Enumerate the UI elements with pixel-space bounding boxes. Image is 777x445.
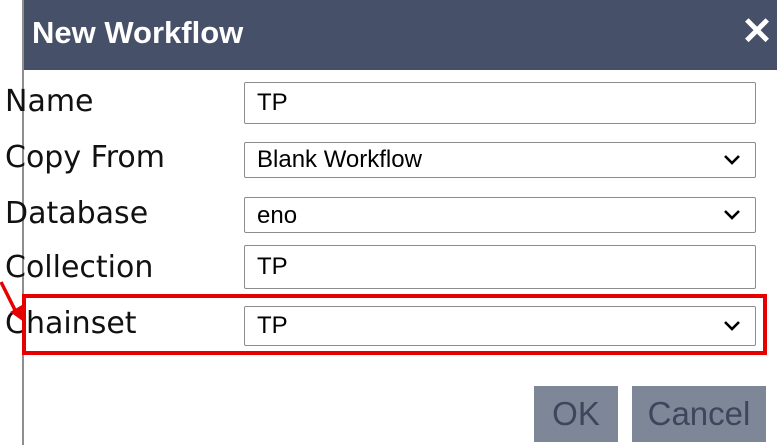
copy-from-value: Blank Workflow xyxy=(257,146,422,173)
chevron-down-icon xyxy=(723,198,741,231)
name-input[interactable]: TP xyxy=(244,82,756,124)
copy-from-select[interactable]: Blank Workflow xyxy=(244,142,756,178)
close-icon[interactable]: ✕ xyxy=(741,10,773,54)
database-select[interactable]: eno xyxy=(244,197,756,233)
cancel-button[interactable]: Cancel xyxy=(632,386,766,442)
copy-from-label: Copy From xyxy=(5,140,165,175)
name-label: Name xyxy=(5,84,94,119)
collection-label: Collection xyxy=(5,250,154,285)
dialog-titlebar: New Workflow ✕ xyxy=(24,0,777,70)
database-value: eno xyxy=(257,202,298,229)
chevron-down-icon xyxy=(723,143,741,176)
dialog-title: New Workflow xyxy=(32,15,244,50)
chainset-highlight-box xyxy=(22,294,767,355)
annotation-arrow-icon xyxy=(0,281,24,322)
collection-input-value: TP xyxy=(257,253,288,280)
database-label: Database xyxy=(5,196,149,231)
name-input-value: TP xyxy=(257,89,288,116)
collection-input[interactable]: TP xyxy=(244,245,756,289)
ok-button[interactable]: OK xyxy=(534,386,618,442)
